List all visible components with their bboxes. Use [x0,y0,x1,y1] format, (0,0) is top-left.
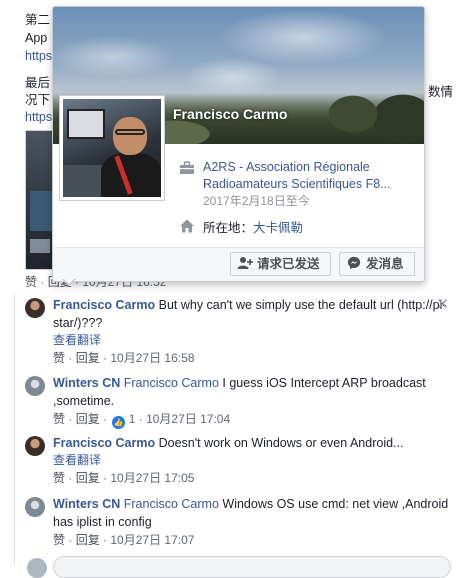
separator: · [99,412,111,426]
see-translation-link[interactable]: 查看翻译 [53,332,453,349]
messenger-icon [347,256,361,270]
reply-link[interactable]: 回复 [76,412,100,426]
comment-actions: 赞 · 回复 · 10月27日 17:07 [53,531,453,549]
separator: · [37,275,48,289]
separator: · [65,412,76,426]
comment-actions: 赞 · 回复 · 10月27日 17:05 [53,469,453,487]
add-friend-icon [237,257,253,269]
comment-mention[interactable]: Francisco Carmo [124,376,219,390]
post-text-line: 况下 [25,93,51,107]
comment-author[interactable]: Francisco Carmo [53,436,155,450]
profile-picture[interactable] [59,95,165,201]
thread-line [14,294,15,564]
comment-text: Doesn't work on Windows or even Android.… [158,436,404,450]
comment-author[interactable]: Winters CN [53,376,120,390]
location-label: 所在地： [203,221,254,235]
hovercard-footer: 请求已发送 发消息 [53,247,424,281]
home-icon [180,219,194,233]
comment-actions: 赞 · 回复 · 10月27日 16:58 [53,349,453,367]
separator: · [65,351,76,365]
comment-author[interactable]: Winters CN [53,497,120,511]
location-link[interactable]: 大卡佩勒 [253,221,303,235]
see-translation-link[interactable]: 查看翻译 [53,452,453,469]
comment-timestamp[interactable]: 10月27日 17:05 [110,471,194,485]
post-text-line: App [25,31,48,45]
avatar[interactable] [25,436,45,456]
post-text-line: 第二 [25,13,51,27]
reply-link[interactable]: 回复 [76,533,100,547]
post-like-link[interactable]: 赞 [25,275,37,289]
friend-request-sent-button[interactable]: 请求已发送 [230,252,331,276]
reply-link[interactable]: 回复 [76,471,100,485]
briefcase-icon [180,161,194,174]
avatar[interactable] [25,497,45,517]
post-link[interactable]: https [25,48,52,65]
separator: · [99,471,111,485]
separator: · [99,533,111,547]
workplace-link-line2[interactable]: Radioamateurs Scientifiques F8... [203,176,423,193]
profile-hovercard: Francisco Carmo A2RS - Association Régio… [52,6,425,282]
separator: · [65,533,76,547]
avatar[interactable] [25,298,45,318]
send-message-button[interactable]: 发消息 [339,252,415,276]
like-link[interactable]: 赞 [53,471,65,485]
like-link[interactable]: 赞 [53,533,65,547]
separator: · [65,471,76,485]
like-reaction-icon[interactable]: 👍 [112,416,126,429]
send-message-label: 发消息 [366,257,404,271]
comment-timestamp[interactable]: 10月27日 17:07 [110,533,194,547]
post-text-line: 最后 [25,76,51,90]
reply-input[interactable] [53,556,451,578]
like-link[interactable]: 赞 [53,412,65,426]
like-link[interactable]: 赞 [53,351,65,365]
profile-name[interactable]: Francisco Carmo [173,106,287,122]
work-since: 2017年2月18日至今 [203,194,310,208]
post-link[interactable]: https [25,109,52,126]
separator: · [99,351,111,365]
comment-timestamp[interactable]: 10月27日 17:04 [146,412,230,426]
reply-link[interactable]: 回复 [76,351,100,365]
comment-timestamp[interactable]: 10月27日 16:58 [110,351,194,365]
comment-mention[interactable]: Francisco Carmo [124,497,219,511]
separator: · [135,412,147,426]
hovercard-pointer [62,278,76,286]
close-icon[interactable]: ✕ [436,295,449,313]
avatar [27,558,47,578]
friend-request-label: 请求已发送 [257,257,320,271]
comment-author[interactable]: Francisco Carmo [53,298,155,312]
workplace-link[interactable]: A2RS - Association Régionale [203,159,423,176]
post-text-fragment: 数情 [428,85,454,99]
avatar[interactable] [25,376,45,396]
comment-actions: 赞 · 回复 · 👍 1 · 10月27日 17:04 [53,410,453,429]
